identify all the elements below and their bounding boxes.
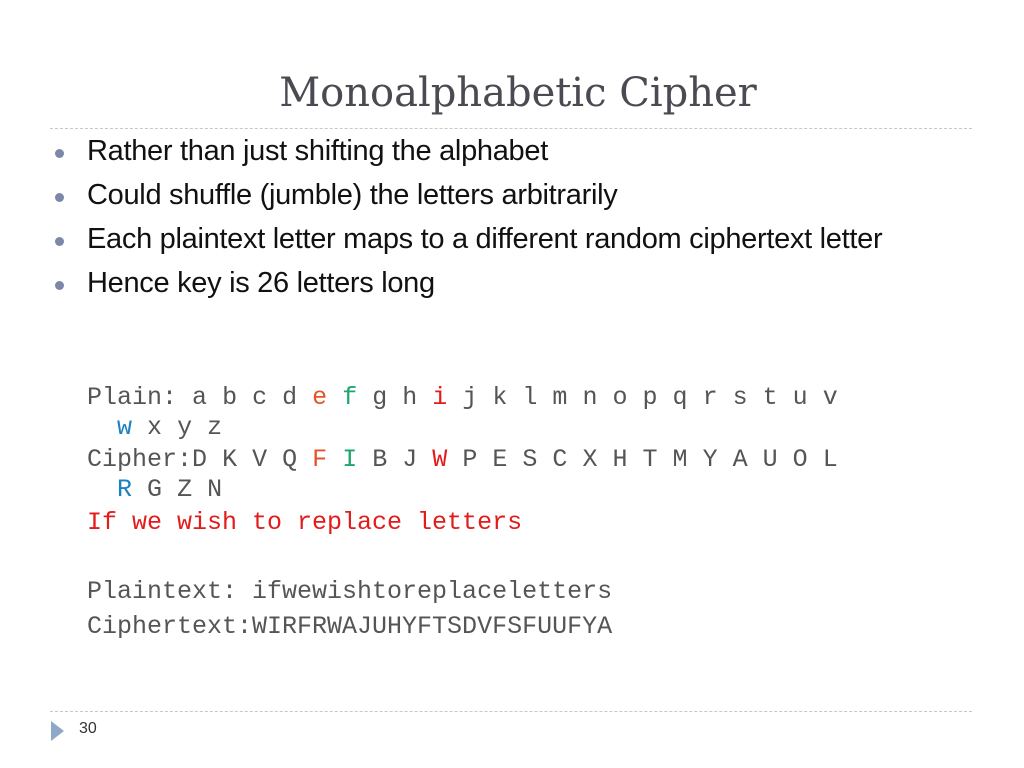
row-label: Plain: — [87, 383, 193, 412]
example-sentence: If we wish to replace letters — [87, 508, 523, 537]
bullet-item: Could shuffle (jumble) the letters arbit… — [50, 180, 990, 210]
alphabet-letter: p — [642, 383, 658, 412]
title-divider — [50, 128, 972, 129]
alphabet-letter: c — [252, 383, 268, 412]
row-label: Cipher: — [87, 445, 193, 474]
alphabet-letter: a — [192, 383, 208, 412]
bullet-item: Hence key is 26 letters long — [50, 268, 990, 298]
alphabet-letter: z — [207, 413, 223, 442]
alphabet-letter: H — [612, 445, 628, 474]
ciphertext-line: Ciphertext:WIRFRWAJUHYFTSDVFSFUUFYA — [87, 612, 613, 641]
alphabet-letter: R — [117, 475, 133, 504]
page-number: 30 — [79, 720, 97, 737]
alphabet-letter: V — [252, 445, 268, 474]
alphabet-letter: o — [612, 383, 628, 412]
bullet-item: Each plaintext letter maps to a differen… — [50, 224, 987, 254]
alphabet-letter: X — [582, 445, 598, 474]
alphabet-letter: J — [402, 445, 418, 474]
footer-arrow-icon — [51, 721, 64, 741]
bullet-icon — [55, 193, 64, 202]
alphabet-letter: x — [147, 413, 163, 442]
alphabet-letter: D — [192, 445, 208, 474]
bullet-list: Rather than just shifting the alphabet C… — [50, 136, 990, 312]
alphabet-letter: F — [312, 445, 328, 474]
alphabet-letter: e — [312, 383, 328, 412]
alphabet-letter: Q — [282, 445, 298, 474]
plain-alphabet: Plain: a b c d e f g h i j k l m n o p q… — [87, 383, 838, 443]
alphabet-letter: q — [672, 383, 688, 412]
alphabet-letter: P — [462, 445, 478, 474]
alphabet-letter: O — [792, 445, 808, 474]
alphabet-letter: U — [762, 445, 778, 474]
plaintext-line: Plaintext: ifwewishtoreplaceletters — [87, 577, 613, 606]
alphabet-letter: g — [372, 383, 388, 412]
footer-divider — [50, 711, 972, 712]
alphabet-letter: w — [117, 413, 133, 442]
alphabet-letter: A — [732, 445, 748, 474]
alphabet-letter: v — [822, 383, 838, 412]
bullet-item: Rather than just shifting the alphabet — [50, 136, 990, 166]
slide-title: Monoalphabetic Cipher — [279, 70, 757, 116]
alphabet-letter: S — [522, 445, 538, 474]
alphabet-letter: l — [522, 383, 538, 412]
alphabet-letter: W — [432, 445, 448, 474]
alphabet-letter: j — [462, 383, 478, 412]
alphabet-letter: s — [732, 383, 748, 412]
alphabet-letter: K — [222, 445, 238, 474]
alphabet-letter: d — [282, 383, 298, 412]
alphabet-letter: t — [762, 383, 778, 412]
alphabet-letter: b — [222, 383, 238, 412]
alphabet-letter: h — [402, 383, 418, 412]
bullet-icon — [55, 237, 64, 246]
alphabet-letter: Y — [702, 445, 718, 474]
alphabet-letter: I — [342, 445, 358, 474]
alphabet-letter: f — [342, 383, 358, 412]
alphabet-letter: u — [792, 383, 808, 412]
alphabet-letter: L — [822, 445, 838, 474]
cipher-alphabet: Cipher:D K V Q F I B J W P E S C X H T M… — [87, 445, 838, 505]
alphabet-letter: m — [552, 383, 568, 412]
alphabet-letter: G — [147, 475, 163, 504]
alphabet-letter: n — [582, 383, 598, 412]
alphabet-letter: N — [207, 475, 223, 504]
alphabet-letter: B — [372, 445, 388, 474]
alphabet-letter: M — [672, 445, 688, 474]
bullet-icon — [55, 281, 64, 290]
alphabet-letter: E — [492, 445, 508, 474]
alphabet-letter: r — [702, 383, 718, 412]
alphabet-letter: y — [177, 413, 193, 442]
alphabet-letter: C — [552, 445, 568, 474]
alphabet-letter: T — [642, 445, 658, 474]
alphabet-letter: Z — [177, 475, 193, 504]
bullet-icon — [55, 149, 64, 158]
alphabet-letter: i — [432, 383, 448, 412]
alphabet-letter: k — [492, 383, 508, 412]
